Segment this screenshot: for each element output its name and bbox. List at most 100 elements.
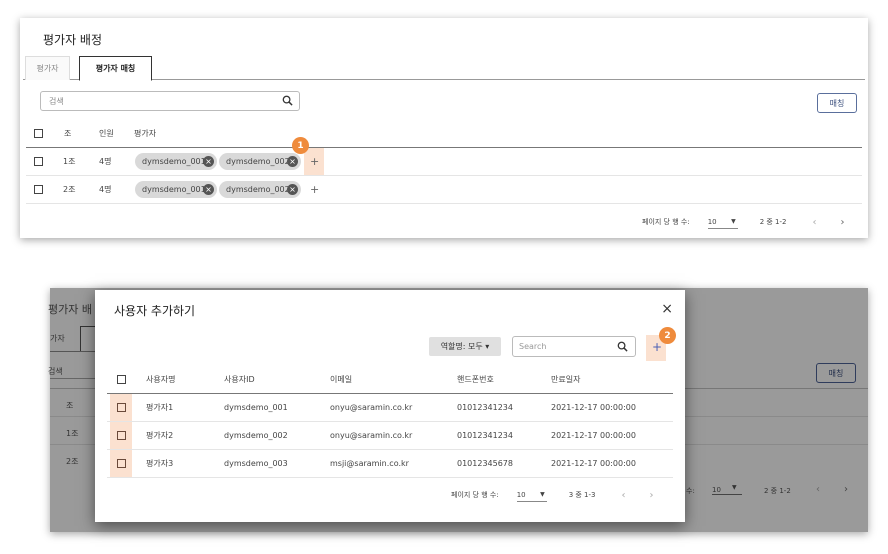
userid-cell: dymsdemo_003 — [224, 459, 288, 468]
tab-bar: 평가자 평가자 매칭 — [23, 56, 865, 81]
column-username: 사용자명 — [146, 375, 176, 384]
add-evaluator-button[interactable]: + — [310, 155, 319, 168]
username-cell: 평가자3 — [146, 459, 174, 468]
remove-chip-icon[interactable]: × — [287, 184, 298, 195]
dimmed-search: 검색 — [48, 367, 63, 376]
dimmed-tab-line — [50, 351, 95, 352]
modal-table-header: 사용자명 사용자ID 이메일 핸드폰번호 만료일자 — [107, 366, 673, 394]
row-checkbox[interactable] — [117, 403, 126, 412]
row-checkbox[interactable] — [34, 185, 43, 194]
email-cell: msji@saramin.co.kr — [330, 459, 409, 468]
modal-search-input[interactable]: Search — [512, 336, 636, 357]
dimmed-search-line — [50, 378, 95, 379]
expires-cell: 2021-12-17 00:00:00 — [551, 403, 636, 412]
evaluator-assignment-panel: 평가자 배정 평가자 평가자 매칭 검색 매칭 조 인원 평가자 1조 4명 d… — [20, 18, 868, 238]
column-evaluators: 평가자 — [134, 129, 157, 138]
table-row: 평가자3 dymsdemo_003 msji@saramin.co.kr 010… — [107, 450, 673, 478]
dimmed-match-button: 매칭 — [816, 363, 856, 383]
select-all-checkbox[interactable] — [34, 129, 43, 138]
step-badge-1: 1 — [292, 137, 309, 154]
column-group: 조 — [64, 129, 72, 138]
dropdown-arrow-icon: ▼ — [731, 218, 736, 225]
dimmed-tab: 가자 — [50, 334, 65, 343]
phone-cell: 01012341234 — [457, 431, 513, 440]
match-button[interactable]: 매칭 — [817, 93, 857, 113]
add-user-modal: 사용자 추가하기 × 역할명: 모두 ▾ Search + 2 사용자명 사용자… — [95, 290, 685, 522]
add-user-button[interactable]: + — [652, 340, 662, 354]
table-row: 평가자1 dymsdemo_001 onyu@saramin.co.kr 010… — [107, 394, 673, 422]
dimmed-divider — [685, 388, 868, 389]
table-row: 평가자2 dymsdemo_002 onyu@saramin.co.kr 010… — [107, 422, 673, 450]
step-badge-2: 2 — [659, 327, 676, 344]
column-phone: 핸드폰번호 — [457, 375, 494, 384]
close-icon[interactable]: × — [661, 301, 673, 317]
rows-per-page-value: 10 — [516, 490, 526, 499]
evaluator-chip: dymsdemo_001 × — [135, 153, 217, 170]
prev-page-icon[interactable]: ‹ — [812, 217, 816, 228]
rows-per-page-select[interactable]: 10 ▼ — [516, 488, 547, 502]
group-cell: 1조 — [63, 157, 76, 166]
rows-per-page-label: 페이지 당 행 수: — [451, 491, 499, 499]
count-cell: 4명 — [99, 185, 112, 194]
dimmed-dropdown-arrow-icon: ▼ — [732, 484, 737, 491]
page-range: 3 중 1-3 — [568, 491, 596, 499]
dimmed-row-2: 2조 — [66, 457, 79, 466]
row-checkbox[interactable] — [117, 431, 126, 440]
search-icon[interactable] — [282, 95, 293, 108]
dimmed-page-range: 2 중 1-2 — [764, 487, 791, 495]
evaluator-chip: dymsdemo_001 × — [135, 181, 217, 198]
rows-per-page-value: 10 — [707, 217, 717, 226]
select-all-checkbox[interactable] — [117, 375, 126, 384]
column-count: 인원 — [99, 129, 114, 138]
next-page-icon[interactable]: › — [649, 490, 653, 501]
next-page-icon[interactable]: › — [840, 217, 844, 228]
row-checkbox[interactable] — [34, 157, 43, 166]
email-cell: onyu@saramin.co.kr — [330, 403, 413, 412]
column-expires: 만료일자 — [551, 375, 581, 384]
row-checkbox[interactable] — [117, 459, 126, 468]
tab-evaluator-matching[interactable]: 평가자 매칭 — [79, 56, 152, 81]
search-placeholder: 검색 — [49, 96, 64, 106]
role-filter-dropdown[interactable]: 역할명: 모두 ▾ — [429, 337, 501, 356]
phone-cell: 01012341234 — [457, 403, 513, 412]
phone-cell: 01012345678 — [457, 459, 513, 468]
evaluator-chip: dymsdemo_002 × — [219, 181, 301, 198]
chip-label: dymsdemo_001 — [142, 157, 206, 166]
chip-label: dymsdemo_001 — [142, 185, 206, 194]
dimmed-next-icon: › — [844, 484, 848, 495]
dimmed-divider — [685, 444, 868, 445]
search-input[interactable]: 검색 — [40, 91, 300, 111]
add-evaluator-button[interactable]: + — [310, 183, 319, 196]
page-title: 평가자 배정 — [43, 33, 103, 47]
modal-pagination: 페이지 당 행 수: 10 ▼ 3 중 1-3 ‹ › — [451, 488, 653, 502]
userid-cell: dymsdemo_002 — [224, 431, 288, 440]
rows-per-page-label: 페이지 당 행 수: — [642, 218, 690, 226]
dimmed-title: 평가자 배 — [48, 303, 92, 316]
search-placeholder: Search — [519, 342, 547, 351]
pagination: 페이지 당 행 수: 10 ▼ 2 중 1-2 ‹ › — [642, 215, 844, 229]
email-cell: onyu@saramin.co.kr — [330, 431, 413, 440]
tab-evaluators[interactable]: 평가자 — [25, 56, 70, 80]
page-range: 2 중 1-2 — [759, 218, 787, 226]
dimmed-column: 조 — [66, 401, 74, 410]
chip-label: dymsdemo_002 — [226, 185, 290, 194]
table-row: 1조 4명 dymsdemo_001 × dymsdemo_002 × + — [26, 148, 862, 176]
remove-chip-icon[interactable]: × — [287, 156, 298, 167]
table-header: 조 인원 평가자 — [26, 120, 862, 148]
dimmed-divider — [685, 416, 868, 417]
evaluator-chip: dymsdemo_002 × — [219, 153, 301, 170]
modal-title: 사용자 추가하기 — [114, 304, 196, 318]
dimmed-divider — [50, 416, 95, 417]
column-email: 이메일 — [330, 375, 353, 384]
dropdown-arrow-icon: ▼ — [540, 491, 545, 498]
remove-chip-icon[interactable]: × — [203, 184, 214, 195]
table-row: 2조 4명 dymsdemo_001 × dymsdemo_002 × + — [26, 176, 862, 204]
rows-per-page-select[interactable]: 10 ▼ — [707, 215, 738, 229]
count-cell: 4명 — [99, 157, 112, 166]
prev-page-icon[interactable]: ‹ — [621, 490, 625, 501]
search-icon[interactable] — [617, 341, 628, 354]
dimmed-divider — [50, 444, 95, 445]
dimmed-rows-per-page: 10 — [712, 486, 742, 495]
remove-chip-icon[interactable]: × — [203, 156, 214, 167]
userid-cell: dymsdemo_001 — [224, 403, 288, 412]
